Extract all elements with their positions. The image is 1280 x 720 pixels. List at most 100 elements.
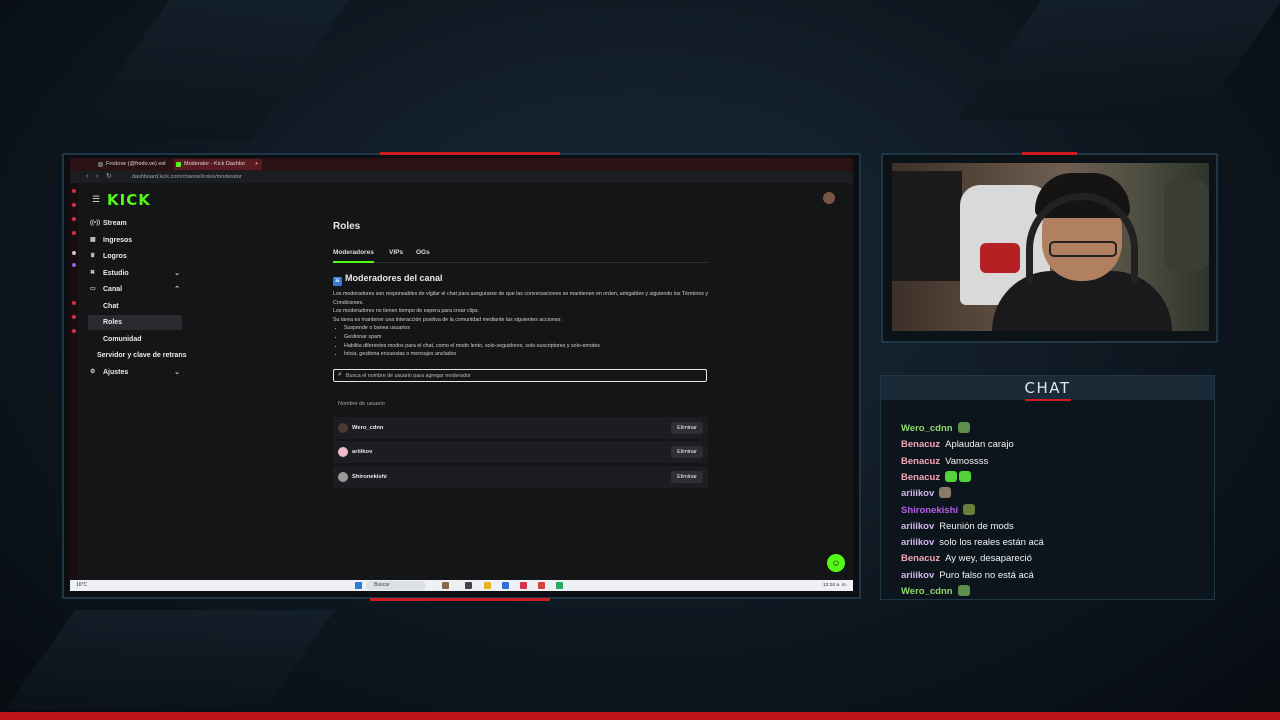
- taskbar-app-icon[interactable]: [502, 582, 509, 589]
- chat-text: Aplaudan carajo: [945, 439, 1014, 451]
- search-icon: ⌕: [338, 371, 342, 378]
- tab-vips[interactable]: VIPs: [389, 249, 403, 261]
- extension-icon[interactable]: [72, 315, 76, 319]
- windows-start-icon[interactable]: [355, 582, 362, 589]
- list-item: Inicia, gestiona encuestas o mensajes an…: [344, 350, 709, 359]
- kick-logo[interactable]: KICK: [107, 191, 151, 209]
- frame-accent: [380, 152, 560, 155]
- browser-tab-bar: Frodove (@frodo.ve) est Moderator - Kick…: [70, 158, 853, 171]
- sidebar-item-chat[interactable]: Chat: [88, 299, 182, 314]
- chat-message: ariiikov: [901, 486, 953, 502]
- menu-icon[interactable]: ☰: [92, 194, 100, 205]
- browser-extension-sidebar: [70, 183, 78, 579]
- sidebar-item-ingresos[interactable]: ▦ Ingresos: [88, 233, 182, 248]
- extension-icon[interactable]: [72, 231, 76, 235]
- chevron-down-icon: ⌄: [174, 369, 180, 376]
- extension-icon[interactable]: [72, 203, 76, 207]
- tab-favicon-icon: [98, 162, 103, 167]
- remove-button[interactable]: Eliminar: [671, 471, 703, 483]
- chat-username: Wero_cdnn: [901, 423, 953, 434]
- chevron-up-icon: ⌃: [174, 286, 180, 293]
- weather-widget[interactable]: 16°C: [76, 580, 87, 591]
- emote-icon: [963, 503, 976, 515]
- chat-text: Vamossss: [945, 455, 989, 467]
- chat-username: ariiikov: [901, 488, 935, 500]
- back-icon[interactable]: ‹: [86, 172, 88, 182]
- chat-message: Benacuz Aplaudan carajo: [901, 437, 1014, 453]
- url-field[interactable]: dashboard.kick.com/channel/roles/moderat…: [132, 172, 242, 182]
- extension-icon[interactable]: [72, 263, 76, 267]
- extension-icon[interactable]: [72, 301, 76, 305]
- taskbar-app-icon[interactable]: [520, 582, 527, 589]
- chat-username: Benacuz: [901, 471, 941, 483]
- remove-button[interactable]: Eliminar: [671, 446, 703, 458]
- broadcast-icon: ((•)): [90, 220, 101, 226]
- taskbar-app-icon[interactable]: [484, 582, 491, 589]
- sidebar-item-ajustes[interactable]: ⚙ Ajustes ⌄: [88, 365, 182, 380]
- sidebar-item-logros[interactable]: ♛ Logros: [88, 249, 182, 264]
- background-stripe: [4, 610, 336, 710]
- taskbar-app-icon[interactable]: [556, 582, 563, 589]
- chat-message: Benacuz Ay wey, desapareció: [901, 551, 1032, 567]
- extension-icon[interactable]: [72, 329, 76, 333]
- background-stripe: [957, 0, 1280, 120]
- permissions-list: Suspende o banea usuarios Gestionar spam…: [333, 324, 709, 358]
- chat-username: ariiikov: [901, 569, 935, 581]
- avatar: [338, 423, 348, 433]
- moderator-search[interactable]: ⌕: [333, 369, 707, 382]
- sidebar-item-canal[interactable]: ▭ Canal ⌃: [88, 282, 182, 297]
- kick-topbar: ☰ KICK: [78, 183, 853, 213]
- sidebar-item-roles[interactable]: Roles: [88, 315, 182, 330]
- new-tab-button[interactable]: +: [253, 159, 263, 170]
- chat-message: ariiikov Reunión de mods: [901, 519, 1014, 535]
- desc-line: Su tarea es mantener una interacción pos…: [333, 316, 562, 323]
- browser-tab[interactable]: Frodove (@frodo.ve) est: [96, 159, 180, 170]
- glasses-icon: [1049, 241, 1117, 257]
- frame-accent: [1022, 152, 1077, 155]
- shield-icon: ⚔: [333, 277, 342, 286]
- chat-username: Benacuz: [901, 439, 941, 451]
- sidebar-item-comunidad[interactable]: Comunidad: [88, 332, 182, 347]
- extension-icon[interactable]: [72, 189, 76, 193]
- taskbar-search[interactable]: Buscar: [366, 581, 426, 590]
- taskbar-app-icon[interactable]: [465, 582, 472, 589]
- search-input[interactable]: [346, 371, 701, 380]
- desc-line: Los moderadores son responsables de vigi…: [333, 291, 709, 306]
- extension-icon[interactable]: [72, 217, 76, 221]
- sidebar-item-servidor[interactable]: Servidor y clave de retrans: [81, 348, 191, 363]
- sidebar-item-estudio[interactable]: ✖ Estudio ⌄: [88, 266, 182, 281]
- sidebar-item-stream[interactable]: ((•)) Stream: [88, 216, 182, 231]
- browser-tab-active[interactable]: Moderator - Kick Dashbo: [174, 159, 262, 170]
- list-item: Gestionar spam: [344, 333, 709, 342]
- extension-icon[interactable]: [72, 251, 76, 255]
- taskbar-clock[interactable]: 12:26 a. m.: [823, 580, 847, 591]
- gear-icon: ⚙: [90, 369, 96, 375]
- moderator-name[interactable]: ariiikov: [352, 441, 372, 463]
- user-avatar[interactable]: [823, 192, 835, 204]
- emote-icon: [957, 422, 970, 433]
- taskbar-app-icon[interactable]: [442, 582, 449, 589]
- chat-username: Benacuz: [901, 553, 941, 565]
- studio-icon: ✖: [90, 270, 96, 276]
- moderator-description: Los moderadores son responsables de vigi…: [333, 290, 709, 359]
- avatar: [338, 447, 348, 457]
- roles-tabs: Moderadores VIPs OGs: [333, 249, 709, 263]
- chat-title-underline: [1025, 399, 1071, 401]
- reload-icon[interactable]: ↻: [106, 172, 112, 182]
- emote-icon: [959, 470, 972, 482]
- windows-taskbar: 16°C Buscar 12:26 a. m.: [70, 580, 853, 591]
- table-row: ariiikov Eliminar: [333, 441, 708, 463]
- moderator-name[interactable]: Wero_cdnn: [352, 417, 383, 439]
- remove-button[interactable]: Eliminar: [671, 422, 703, 434]
- trophy-icon: ♛: [90, 253, 96, 259]
- chat-username: Shironekishi: [901, 504, 959, 516]
- tab-ogs[interactable]: OGs: [416, 249, 430, 261]
- chat-text: Reunión de mods: [939, 520, 1014, 532]
- chat-title: CHAT: [881, 376, 1214, 400]
- tab-moderadores[interactable]: Moderadores: [333, 249, 374, 263]
- page-title: Roles: [333, 221, 361, 232]
- forward-icon[interactable]: ›: [96, 172, 98, 182]
- taskbar-app-icon[interactable]: [538, 582, 545, 589]
- support-chat-icon[interactable]: ☺: [827, 554, 845, 572]
- moderator-name[interactable]: Shironekishi: [352, 466, 387, 488]
